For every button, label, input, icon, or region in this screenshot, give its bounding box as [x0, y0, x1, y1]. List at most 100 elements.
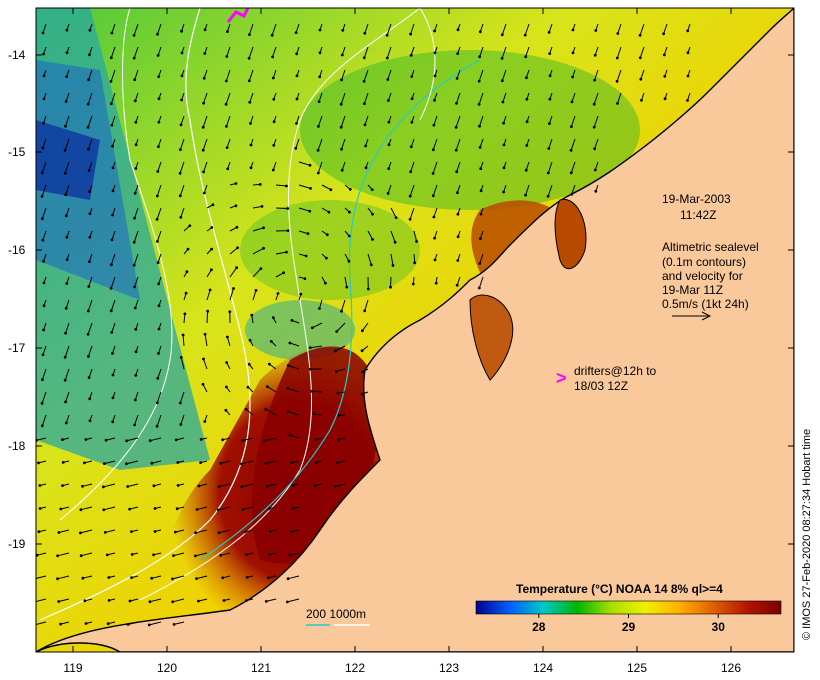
- velocity-arrow-head-icon: [64, 331, 67, 335]
- velocity-arrow-head-icon: [175, 507, 179, 511]
- velocity-arrow-head-icon: [269, 340, 273, 343]
- velocity-arrow-head-icon: [340, 309, 343, 313]
- velocity-arrow-head-icon: [86, 309, 90, 313]
- velocity-arrow-head-icon: [258, 183, 262, 186]
- y-tick-label: -16: [8, 243, 26, 257]
- velocity-arrow-head-icon: [201, 382, 205, 386]
- velocity-arrow-head-icon: [38, 484, 42, 487]
- velocity-arrow-head-icon: [224, 408, 228, 412]
- velocity-arrow-head-icon: [364, 144, 367, 148]
- velocity-arrow-head-icon: [79, 531, 82, 535]
- velocity-arrow-head-icon: [413, 261, 417, 265]
- velocity-arrow-head-icon: [304, 254, 308, 258]
- velocity-arrow: [311, 390, 323, 393]
- velocity-arrow-head-icon: [179, 423, 183, 426]
- velocity-arrow-head-icon: [195, 508, 199, 511]
- velocity-arrow-head-icon: [33, 601, 36, 604]
- velocity-arrow-head-icon: [363, 31, 367, 35]
- velocity-arrow-head-icon: [224, 102, 228, 106]
- velocity-arrow-head-icon: [265, 385, 269, 388]
- velocity-arrow-head-icon: [387, 120, 391, 124]
- velocity-arrow-head-icon: [42, 328, 45, 332]
- velocity-arrow-head-icon: [42, 121, 45, 125]
- velocity-arrow-head-icon: [40, 424, 44, 428]
- velocity-arrow-head-icon: [128, 507, 132, 511]
- velocity-arrow-head-icon: [571, 75, 574, 79]
- velocity-arrow-head-icon: [87, 355, 90, 358]
- y-tick-label: -19: [8, 537, 26, 551]
- velocity-arrow-head-icon: [500, 33, 504, 37]
- velocity-arrow-head-icon: [276, 292, 280, 295]
- velocity-arrow-head-icon: [291, 484, 295, 487]
- velocity-arrow-head-icon: [63, 171, 67, 175]
- velocity-arrow-head-icon: [109, 286, 113, 290]
- velocity-arrow-head-icon: [248, 33, 251, 36]
- velocity-arrow-head-icon: [341, 28, 345, 32]
- velocity-arrow-head-icon: [456, 235, 460, 239]
- velocity-arrow-head-icon: [134, 350, 138, 354]
- velocity-arrow-head-icon: [479, 237, 482, 241]
- velocity-arrow-head-icon: [478, 146, 482, 149]
- velocity-arrow-head-icon: [316, 171, 320, 175]
- velocity-arrow-head-icon: [456, 191, 459, 195]
- velocity-arrow-head-icon: [110, 263, 113, 266]
- velocity-arrow-head-icon: [201, 148, 205, 152]
- velocity-arrow: [206, 311, 209, 324]
- velocity-arrow-head-icon: [500, 79, 504, 83]
- velocity-arrow-head-icon: [225, 55, 229, 58]
- velocity-arrow-head-icon: [262, 246, 265, 250]
- colorbar-title: Temperature (°C) NOAA 14 8% ql>=4: [516, 582, 723, 596]
- velocity-arrow-head-icon: [318, 75, 322, 79]
- velocity-arrow-head-icon: [134, 167, 138, 170]
- velocity-arrow-head-icon: [155, 194, 159, 198]
- velocity-arrow-head-icon: [502, 143, 506, 147]
- velocity-arrow-head-icon: [38, 507, 42, 510]
- velocity-arrow-head-icon: [308, 367, 312, 371]
- velocity-arrow-head-icon: [333, 485, 337, 488]
- velocity-arrow-head-icon: [65, 51, 69, 55]
- velocity-arrow-head-icon: [408, 217, 412, 221]
- velocity-arrow-head-icon: [408, 194, 412, 198]
- velocity-arrow-head-icon: [592, 125, 596, 129]
- velocity-arrow-head-icon: [240, 462, 243, 466]
- velocity-arrow-head-icon: [65, 235, 69, 239]
- x-tick-label: 124: [533, 661, 553, 675]
- velocity-arrow-head-icon: [385, 33, 389, 37]
- velocity-arrow-head-icon: [180, 74, 184, 78]
- velocity-arrow-head-icon: [686, 74, 690, 78]
- velocity-arrow-head-icon: [272, 97, 276, 101]
- velocity-arrow-head-icon: [524, 168, 528, 172]
- velocity-arrow-head-icon: [234, 182, 238, 185]
- velocity-arrow-head-icon: [86, 125, 90, 129]
- velocity-arrow-head-icon: [57, 600, 61, 603]
- velocity-arrow-head-icon: [264, 407, 268, 411]
- velocity-arrow-head-icon: [360, 349, 364, 353]
- colorbar-scale: [475, 600, 782, 615]
- velocity-arrow-head-icon: [152, 484, 156, 488]
- velocity-arrow-head-icon: [88, 190, 92, 194]
- velocity-arrow-head-icon: [337, 438, 341, 441]
- velocity-arrow-head-icon: [133, 191, 137, 195]
- velocity-arrow-head-icon: [339, 125, 343, 129]
- y-tick-label: -14: [8, 48, 26, 62]
- velocity-arrow-head-icon: [42, 74, 46, 78]
- velocity-arrow-head-icon: [41, 353, 45, 357]
- velocity-arrow-head-icon: [109, 56, 113, 60]
- velocity-arrow-head-icon: [662, 53, 666, 57]
- velocity-arrow-head-icon: [110, 330, 114, 334]
- velocity-arrow-head-icon: [125, 439, 128, 443]
- velocity-arrow-head-icon: [337, 414, 341, 417]
- y-tick-label: -15: [8, 145, 26, 159]
- velocity-arrow-head-icon: [317, 125, 320, 128]
- velocity-arrow-head-icon: [210, 268, 213, 272]
- velocity-arrow-head-icon: [386, 78, 390, 81]
- x-tick-label: 120: [157, 661, 177, 675]
- velocity-arrow-head-icon: [318, 307, 321, 310]
- velocity-arrow-head-icon: [570, 125, 573, 128]
- velocity-arrow-head-icon: [156, 32, 159, 36]
- velocity-arrow-head-icon: [111, 144, 114, 148]
- velocity-arrow-head-icon: [334, 349, 337, 353]
- velocity-arrow-head-icon: [547, 147, 551, 150]
- velocity-arrow-head-icon: [102, 508, 106, 512]
- velocity-arrow-head-icon: [103, 531, 107, 534]
